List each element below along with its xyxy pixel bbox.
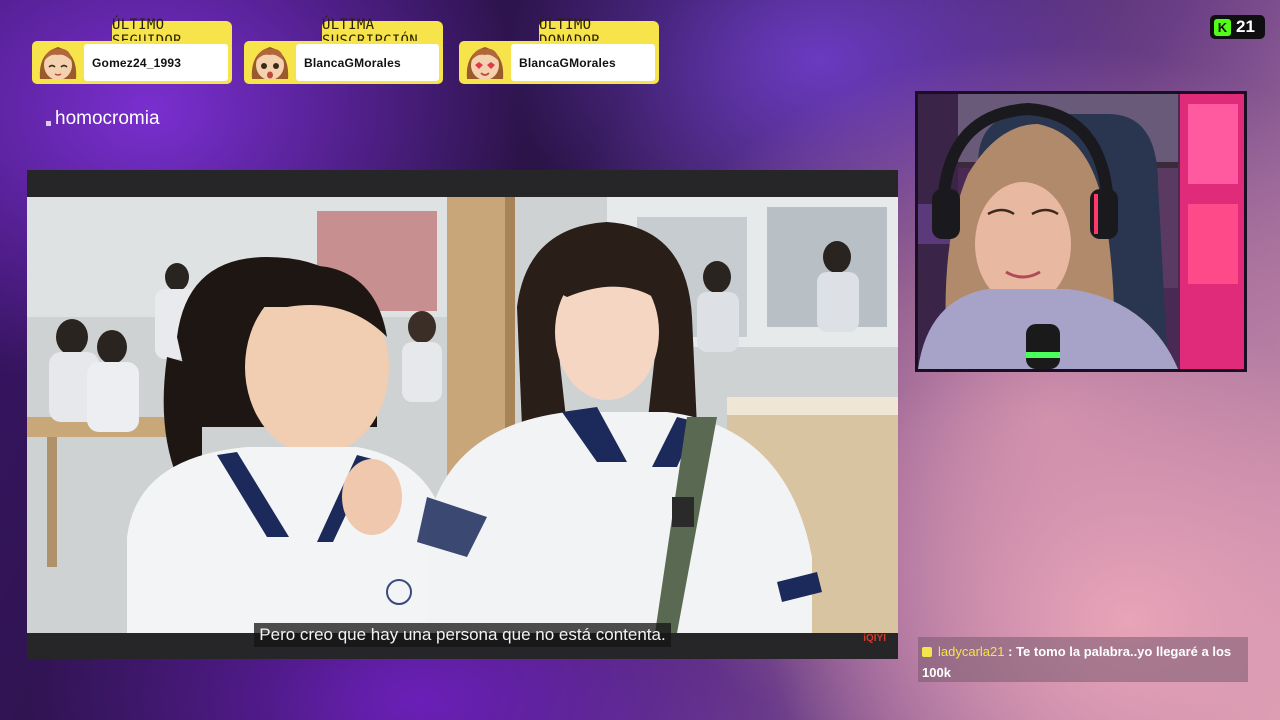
alert-last-subscription: ÚLTIMA SUSCRIPCIÓN BlancaGMorales bbox=[244, 17, 443, 84]
chat-separator: : bbox=[1004, 644, 1017, 659]
subtitle-text: Pero creo que hay una persona que no est… bbox=[254, 623, 671, 647]
chat-message: ladycarla21 : Te tomo la palabra..yo lle… bbox=[918, 637, 1248, 682]
alert-box: Gomez24_1993 bbox=[32, 41, 232, 84]
alert-box: BlancaGMorales bbox=[244, 41, 443, 84]
avatar-icon bbox=[39, 47, 77, 80]
kick-logo-icon: K bbox=[1214, 18, 1231, 36]
alert-username: Gomez24_1993 bbox=[84, 44, 228, 81]
user-badge-icon bbox=[922, 647, 932, 657]
alert-last-donor: ÚLTIMO DONADOR BlancaGMorales bbox=[459, 17, 659, 84]
video-player[interactable]: Pero creo que hay una persona que no est… bbox=[27, 170, 898, 659]
viewer-count: 21 bbox=[1236, 17, 1255, 36]
alert-last-follower: ÚLTIMO SEGUIDOR Gomez24_1993 bbox=[32, 17, 232, 84]
alert-username: BlancaGMorales bbox=[511, 44, 655, 81]
avatar-icon bbox=[251, 47, 289, 80]
chat-username: ladycarla21 bbox=[938, 644, 1005, 659]
alert-username: BlancaGMorales bbox=[296, 44, 439, 81]
avatar-icon bbox=[466, 47, 504, 80]
stream-topic: homocromia bbox=[46, 108, 160, 130]
webcam-feed bbox=[915, 91, 1247, 372]
video-frame bbox=[27, 197, 898, 633]
video-subtitle: Pero creo que hay una persona que no est… bbox=[27, 623, 898, 647]
video-watermark: iQIYI bbox=[863, 633, 886, 644]
topic-text: homocromia bbox=[55, 108, 160, 129]
webcam-image bbox=[918, 94, 1244, 369]
alert-box: BlancaGMorales bbox=[459, 41, 659, 84]
viewer-count-badge: K 21 bbox=[1210, 15, 1265, 39]
bullet-icon bbox=[46, 120, 51, 126]
